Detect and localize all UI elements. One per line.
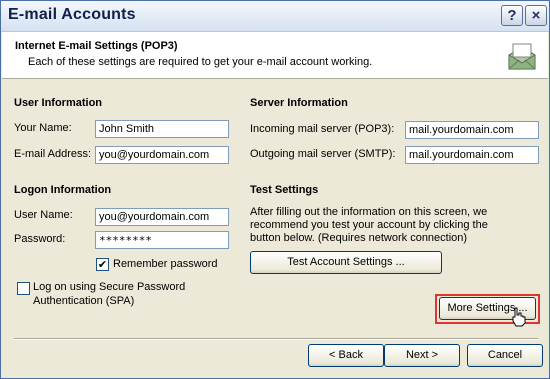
user-name-field[interactable] (95, 208, 229, 226)
email-address-field[interactable] (95, 146, 229, 164)
header-title: Internet E-mail Settings (POP3) (15, 40, 178, 52)
remember-password-checkbox[interactable]: ✔ (96, 258, 109, 271)
dialog-header: Internet E-mail Settings (POP3) Each of … (2, 32, 548, 79)
email-address-label: E-mail Address: (14, 148, 92, 160)
user-name-label: User Name: (14, 209, 73, 221)
footer-separator (14, 338, 538, 340)
title-bar[interactable]: E-mail Accounts ? × (1, 1, 549, 32)
password-field[interactable] (95, 231, 229, 249)
hand-cursor-icon (512, 307, 526, 327)
remember-password-label: Remember password (113, 258, 218, 270)
user-information-heading: User Information (14, 97, 103, 109)
your-name-label: Your Name: (14, 122, 72, 134)
header-subtitle: Each of these settings are required to g… (28, 56, 373, 68)
spa-label-line1: Log on using Secure Password (33, 281, 186, 293)
spa-checkbox[interactable] (17, 282, 30, 295)
server-information-heading: Server Information (250, 97, 348, 109)
test-settings-heading: Test Settings (250, 184, 319, 196)
mail-envelope-icon (508, 43, 536, 70)
email-accounts-dialog: E-mail Accounts ? × Internet E-mail Sett… (0, 0, 550, 379)
your-name-field[interactable] (95, 120, 229, 138)
incoming-server-field[interactable] (405, 121, 539, 139)
help-button[interactable]: ? (501, 5, 523, 26)
close-button[interactable]: × (525, 5, 547, 26)
window-title: E-mail Accounts (8, 6, 136, 23)
outgoing-server-label: Outgoing mail server (SMTP): (250, 148, 396, 160)
test-account-settings-button[interactable]: Test Account Settings ... (250, 251, 442, 274)
password-label: Password: (14, 233, 66, 245)
test-settings-description: After filling out the information on thi… (250, 206, 488, 244)
outgoing-server-field[interactable] (405, 146, 539, 164)
logon-information-heading: Logon Information (14, 184, 112, 196)
spa-label-line2: Authentication (SPA) (33, 295, 135, 307)
incoming-server-label: Incoming mail server (POP3): (250, 123, 395, 135)
next-button[interactable]: Next > (384, 344, 460, 367)
back-button[interactable]: < Back (308, 344, 384, 367)
cancel-button[interactable]: Cancel (467, 344, 543, 367)
